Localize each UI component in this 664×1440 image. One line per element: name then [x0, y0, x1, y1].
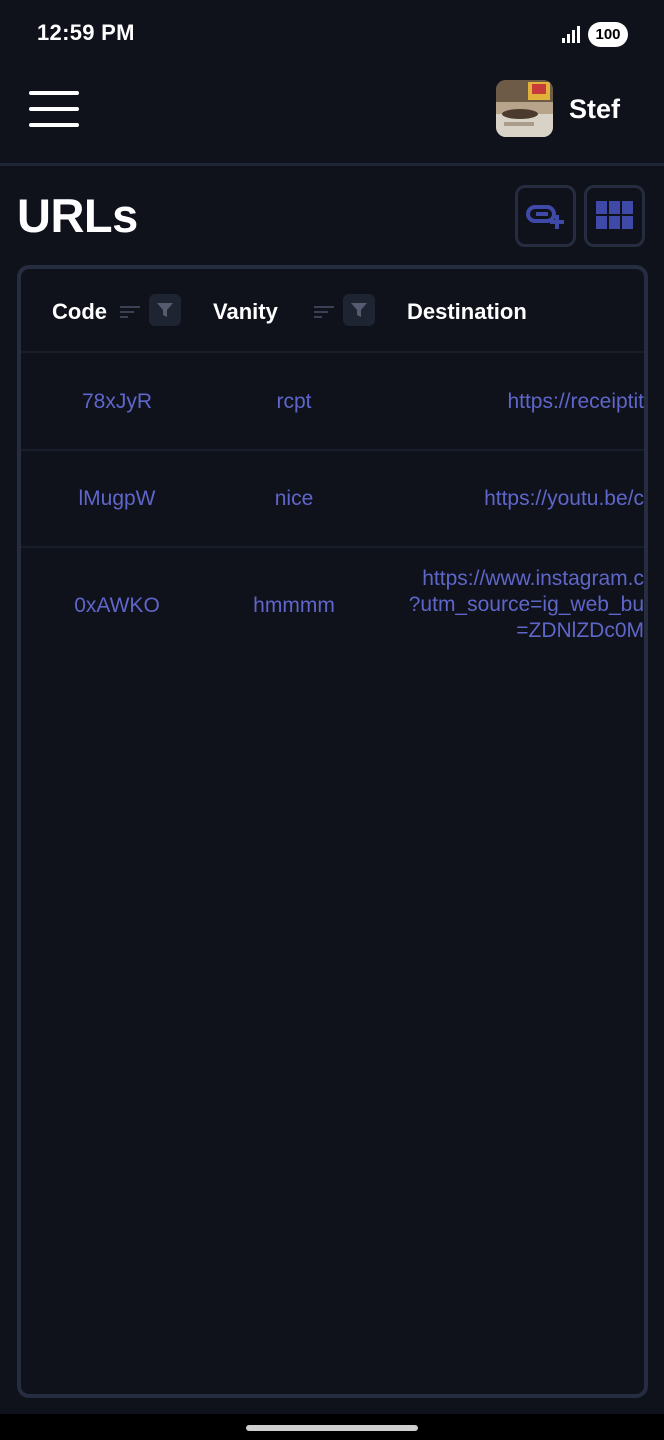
page-title: URLs: [17, 189, 138, 242]
cell-destination[interactable]: https://youtu.be/c: [484, 487, 644, 511]
cell-code[interactable]: lMugpW: [32, 487, 202, 511]
cell-code[interactable]: 0xAWKO: [32, 594, 202, 618]
filter-icon: [351, 303, 367, 317]
grid-icon: [595, 201, 633, 229]
grid-view-button[interactable]: [584, 185, 645, 247]
table-header: Code Vanity Destination: [21, 269, 644, 353]
table-row[interactable]: 0xAWKO hmmmm https://www.instagram.c ?ut…: [21, 548, 644, 668]
cell-destination[interactable]: https://receiptit: [507, 390, 644, 414]
cell-vanity[interactable]: rcpt: [209, 390, 379, 414]
table-row[interactable]: 78xJyR rcpt https://receiptit: [21, 353, 644, 451]
status-bar: 12:59 PM 100: [0, 0, 664, 68]
cell-vanity[interactable]: nice: [209, 487, 379, 511]
sort-icon[interactable]: [119, 304, 141, 320]
sort-icon[interactable]: [313, 304, 335, 320]
column-header-destination[interactable]: Destination: [407, 299, 527, 325]
create-url-button[interactable]: [515, 185, 576, 247]
home-indicator[interactable]: [246, 1425, 418, 1431]
battery-icon: 100: [588, 22, 628, 47]
filter-code-button[interactable]: [149, 294, 181, 326]
avatar[interactable]: [496, 80, 553, 137]
cell-code[interactable]: 78xJyR: [32, 390, 202, 414]
filter-vanity-button[interactable]: [343, 294, 375, 326]
top-nav: Stef: [0, 68, 664, 166]
status-time: 12:59 PM: [37, 20, 135, 45]
urls-table: Code Vanity Destination 78xJyR rcpt http…: [17, 265, 648, 1398]
hamburger-menu-icon[interactable]: [29, 91, 79, 127]
signal-icon: [562, 26, 580, 43]
column-header-vanity[interactable]: Vanity: [213, 299, 278, 325]
user-name[interactable]: Stef: [569, 94, 620, 125]
table-row[interactable]: lMugpW nice https://youtu.be/c: [21, 451, 644, 548]
filter-icon: [157, 303, 173, 317]
cell-vanity[interactable]: hmmmm: [209, 594, 379, 618]
cell-destination[interactable]: https://www.instagram.c ?utm_source=ig_w…: [409, 566, 644, 644]
column-header-code[interactable]: Code: [52, 299, 107, 325]
link-plus-icon: [525, 205, 564, 229]
